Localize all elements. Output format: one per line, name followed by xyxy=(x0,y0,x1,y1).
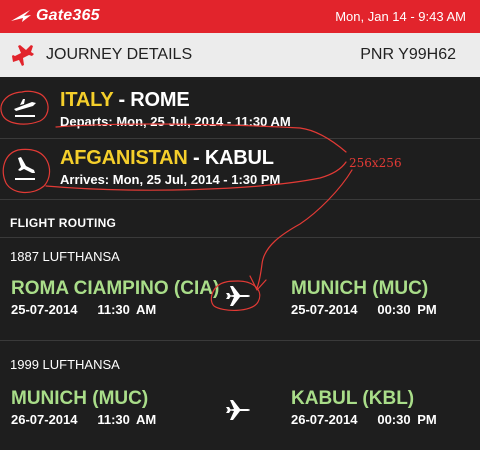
journey-header: JOURNEY DETAILS PNR Y99H62 xyxy=(0,33,480,77)
flight-carrier: 1887 LUFTHANSA xyxy=(10,249,120,264)
origin-time: 11:30 AM xyxy=(97,412,157,427)
annotation-size-label: 256x256 xyxy=(349,156,402,170)
arrival-country: AFGANISTAN xyxy=(60,147,188,169)
departure-country: ITALY xyxy=(60,89,114,111)
airplane-icon xyxy=(226,286,250,306)
arrival-time: Arrives: Mon, 25 Jul, 2014 - 1:30 PM xyxy=(60,172,281,187)
origin-time: 11:30 AM xyxy=(97,302,157,317)
arrival-city: KABUL xyxy=(204,147,274,169)
origin-datetime: 26-07-2014 11:30 AM xyxy=(11,412,156,427)
divider xyxy=(0,237,480,238)
flight-routing-heading: FLIGHT ROUTING xyxy=(10,216,117,230)
origin-datetime: 25-07-2014 11:30 AM xyxy=(11,302,156,317)
destination-airport: KABUL (KBL) xyxy=(291,388,415,409)
departure-city: ROME xyxy=(130,89,190,111)
airplane-icon xyxy=(226,400,250,420)
origin-airport: MUNICH (MUC) xyxy=(11,388,149,409)
destination-time: 00:30 PM xyxy=(377,412,437,427)
divider xyxy=(0,340,480,341)
pnr-code: PNR Y99H62 xyxy=(360,46,456,63)
destination-date: 26-07-2014 xyxy=(291,412,358,427)
arrival-leg: AFGANISTAN - KABUL Arrives: Mon, 25 Jul,… xyxy=(0,139,480,199)
date-time: Mon, Jan 14 - 9:43 AM xyxy=(335,9,466,24)
brand[interactable]: Gate365 xyxy=(10,7,100,25)
app-bar: Gate365 Mon, Jan 14 - 9:43 AM xyxy=(0,0,480,33)
arrival-place: AFGANISTAN - KABUL xyxy=(60,147,274,170)
destination-time: 00:30 PM xyxy=(377,302,437,317)
landing-icon xyxy=(15,157,35,180)
divider xyxy=(0,199,480,200)
departure-leg: ITALY - ROME Departs: Mon, 25 Jul, 2014 … xyxy=(0,77,480,137)
takeoff-icon xyxy=(14,99,36,117)
flight-carrier: 1999 LUFTHANSA xyxy=(10,357,120,372)
airplane-icon xyxy=(12,45,34,66)
departure-separator: - xyxy=(113,89,131,111)
destination-airport: MUNICH (MUC) xyxy=(291,278,429,299)
origin-airport: ROMA CIAMPINO (CIA) xyxy=(11,278,220,299)
origin-date: 26-07-2014 xyxy=(11,412,78,427)
departure-place: ITALY - ROME xyxy=(60,89,190,112)
destination-date: 25-07-2014 xyxy=(291,302,358,317)
destination-datetime: 26-07-2014 00:30 PM xyxy=(291,412,437,427)
destination-datetime: 25-07-2014 00:30 PM xyxy=(291,302,437,317)
gate365-logo-icon xyxy=(11,10,31,22)
arrival-separator: - xyxy=(187,147,205,169)
app-name: Gate365 xyxy=(36,7,100,24)
origin-date: 25-07-2014 xyxy=(11,302,78,317)
departure-time: Departs: Mon, 25 Jul, 2014 - 11:30 AM xyxy=(60,114,291,129)
page-title: JOURNEY DETAILS xyxy=(46,46,193,63)
